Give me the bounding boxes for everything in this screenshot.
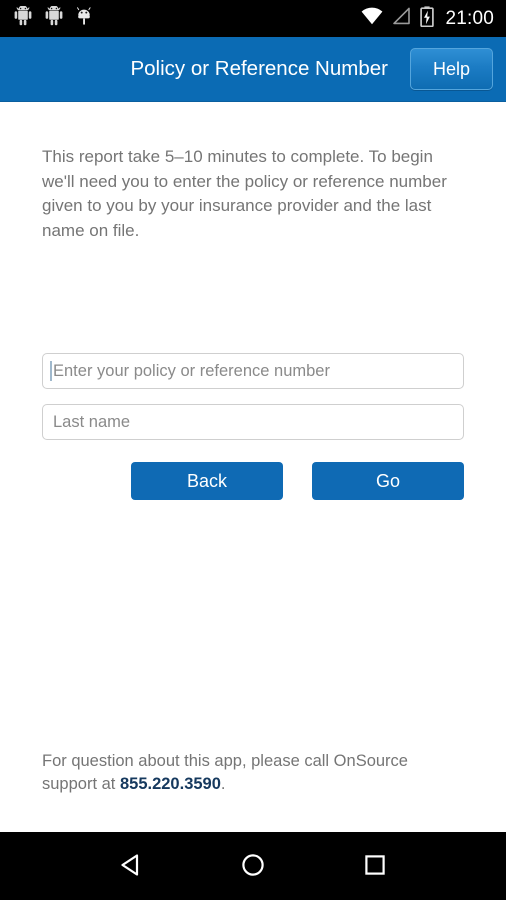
phone-screen: 21:00 Policy or Reference Number Help Th… [0, 0, 506, 900]
main-content: This report take 5–10 minutes to complet… [0, 102, 506, 832]
nav-back-triangle-icon [116, 850, 146, 883]
help-button[interactable]: Help [409, 48, 493, 90]
support-note: For question about this app, please call… [42, 750, 442, 796]
go-button[interactable]: Go [312, 462, 464, 500]
battery-charging-icon [420, 5, 435, 32]
wifi-icon [361, 7, 383, 30]
policy-form: Back Go [42, 353, 464, 500]
last-name-field-wrapper [42, 404, 464, 440]
nav-back-button[interactable] [103, 838, 159, 894]
page-title: Policy or Reference Number [130, 57, 388, 80]
back-button[interactable]: Back [131, 462, 283, 500]
policy-number-input[interactable] [42, 353, 464, 389]
app-bar: Policy or Reference Number Help [0, 37, 506, 102]
status-time: 21:00 [445, 7, 494, 29]
nav-recents-button[interactable] [347, 838, 403, 894]
text-cursor [50, 361, 52, 381]
navigation-bar [0, 832, 506, 900]
status-bar: 21:00 [0, 0, 506, 37]
intro-text: This report take 5–10 minutes to complet… [42, 147, 447, 240]
status-notification-icons [14, 5, 92, 31]
support-phone-number[interactable]: 855.220.3590 [120, 775, 221, 793]
android-robot-icon [14, 5, 32, 31]
android-robot-head-icon [76, 6, 92, 31]
last-name-input[interactable] [42, 404, 464, 440]
cell-signal-icon [392, 7, 411, 30]
policy-number-field-wrapper [42, 353, 464, 389]
form-button-row: Back Go [42, 462, 464, 500]
nav-recents-square-icon [360, 850, 390, 883]
android-robot-icon [45, 5, 63, 31]
nav-home-button[interactable] [225, 838, 281, 894]
status-system-icons: 21:00 [361, 5, 494, 32]
support-note-text-after: . [220, 775, 226, 793]
nav-home-circle-icon [238, 850, 268, 883]
